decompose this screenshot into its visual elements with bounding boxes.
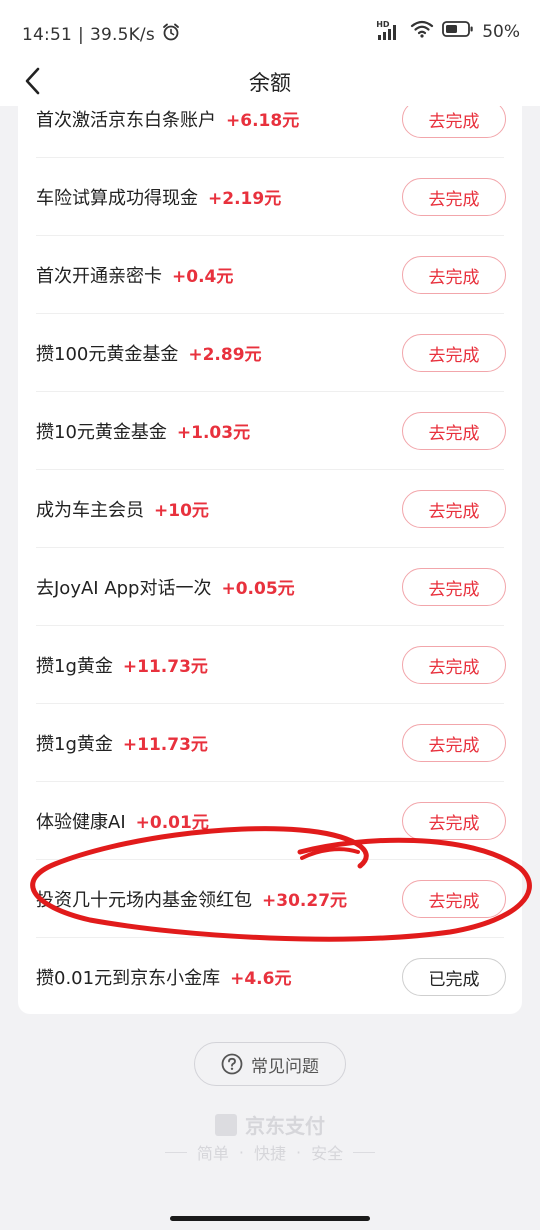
status-right: HD 50% [376,20,520,43]
faq-button[interactable]: 常见问题 [194,1042,346,1086]
task-label: 去JoyAI App对话一次 +0.05元 [36,574,295,600]
brand-name: 京东支付 [245,1114,325,1138]
task-go-complete-button[interactable]: 去完成 [402,256,506,294]
task-title: 首次开通亲密卡 [36,266,162,287]
slogan-dot: · [296,1142,302,1162]
task-label: 攒1g黄金 +11.73元 [36,652,208,678]
status-bar: 14:51 | 39.5K/s HD 50% [0,0,540,60]
cellular-signal-icon: HD [376,20,402,41]
task-label: 攒1g黄金 +11.73元 [36,730,208,756]
task-label: 攒10元黄金基金 +1.03元 [36,418,250,444]
task-go-complete-button[interactable]: 去完成 [402,178,506,216]
battery-percent: 50% [482,21,520,42]
task-row: 投资几十元场内基金领红包 +30.27元 去完成 [18,860,522,938]
task-go-complete-button[interactable]: 去完成 [402,490,506,528]
task-label: 体验健康AI +0.01元 [36,808,209,834]
task-reward: +11.73元 [122,735,208,755]
slogan-word: 简单 [196,1144,229,1163]
wifi-icon [410,20,434,43]
task-go-complete-button[interactable]: 去完成 [402,880,506,918]
task-go-complete-button[interactable]: 去完成 [402,646,506,684]
task-reward: +30.27元 [262,891,348,911]
task-title: 去JoyAI App对话一次 [36,578,212,599]
task-title: 体验健康AI [36,812,126,833]
task-row: 攒10元黄金基金 +1.03元 去完成 [18,392,522,470]
task-label: 首次激活京东白条账户 +6.18元 [36,106,299,132]
task-row: 首次开通亲密卡 +0.4元 去完成 [18,236,522,314]
status-time: 14:51 [22,24,72,45]
slogan-dot: · [238,1142,244,1162]
task-row: 体验健康AI +0.01元 去完成 [18,782,522,860]
task-row: 攒1g黄金 +11.73元 去完成 [18,626,522,704]
slogan-divider-right [353,1151,376,1153]
task-row: 成为车主会员 +10元 去完成 [18,470,522,548]
task-reward: +10元 [154,501,209,521]
task-go-complete-button[interactable]: 去完成 [402,802,506,840]
task-reward: +11.73元 [122,657,208,677]
task-title: 攒10元黄金基金 [36,422,167,443]
task-go-complete-button[interactable]: 去完成 [402,724,506,762]
task-title: 首次激活京东白条账户 [36,110,216,131]
jd-pay-logo-icon [215,1113,237,1136]
task-reward: +4.6元 [230,969,292,989]
task-row: 车险试算成功得现金 +2.19元 去完成 [18,158,522,236]
task-label: 车险试算成功得现金 +2.19元 [36,184,281,210]
task-reward: +0.4元 [172,267,234,287]
nav-bar: 余额 [0,56,540,106]
slogan-word: 安全 [311,1144,344,1163]
task-title: 攒1g黄金 [36,656,113,677]
task-row: 去JoyAI App对话一次 +0.05元 去完成 [18,548,522,626]
task-title: 投资几十元场内基金领红包 [36,890,252,911]
slogan-word: 快捷 [253,1144,286,1163]
task-label: 攒0.01元到京东小金库 +4.6元 [36,964,291,990]
alarm-icon [161,22,181,47]
task-reward: +0.05元 [221,579,295,599]
status-separator: | [78,24,84,45]
slogan-divider-left [164,1151,187,1153]
task-label: 首次开通亲密卡 +0.4元 [36,262,233,288]
task-title: 攒1g黄金 [36,734,113,755]
task-row: 攒0.01元到京东小金库 +4.6元 已完成 [18,938,522,1014]
battery-icon [442,20,474,43]
task-go-complete-button[interactable]: 去完成 [402,568,506,606]
task-title: 车险试算成功得现金 [36,188,198,209]
task-reward: +6.18元 [226,111,300,131]
task-title: 攒0.01元到京东小金库 [36,968,221,989]
question-circle-icon [221,1053,243,1075]
footer-brand: 京东支付 [0,1110,540,1139]
task-reward: +0.01元 [135,813,209,833]
task-label: 投资几十元场内基金领红包 +30.27元 [36,886,347,912]
task-go-complete-button[interactable]: 去完成 [402,334,506,372]
task-go-complete-button[interactable]: 去完成 [402,412,506,450]
task-completed-button[interactable]: 已完成 [402,958,506,996]
task-reward: +1.03元 [176,423,251,443]
page-title: 余额 [249,71,291,95]
home-indicator[interactable] [170,1216,370,1221]
task-label: 成为车主会员 +10元 [36,496,209,522]
task-title: 攒100元黄金基金 [36,344,179,365]
task-title: 成为车主会员 [36,500,144,521]
task-card: 首次激活京东白条账户 +6.18元 去完成 车险试算成功得现金 +2.19元 去完成 首次开… [18,80,522,1014]
footer-slogan: 简单 · 快捷 · 安全 [0,1140,540,1164]
task-reward: +2.89元 [188,345,262,365]
task-row: 攒100元黄金基金 +2.89元 去完成 [18,314,522,392]
status-left: 14:51 | 39.5K/s [22,22,181,47]
status-network-speed: 39.5K/s [89,24,155,45]
task-reward: +2.19元 [208,189,282,209]
faq-label: 常见问题 [251,1056,319,1077]
task-label: 攒100元黄金基金 +2.89元 [36,340,262,366]
task-row: 攒1g黄金 +11.73元 去完成 [18,704,522,782]
